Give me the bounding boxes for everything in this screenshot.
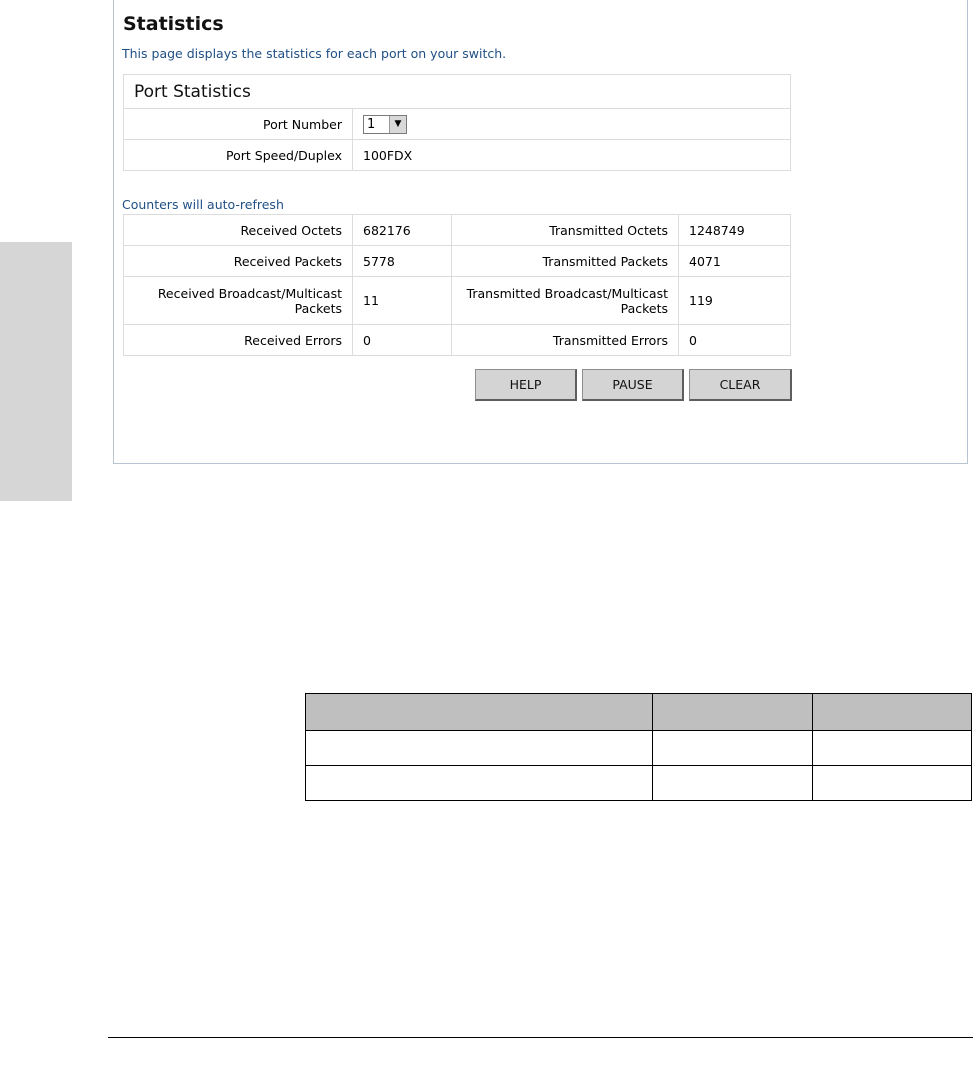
pause-button[interactable]: PAUSE <box>582 369 684 401</box>
received-octets-label: Received Octets <box>123 214 353 246</box>
table-header-row <box>305 693 972 731</box>
footer-divider <box>108 1037 973 1038</box>
received-octets-value: 682176 <box>352 214 452 246</box>
port-number-select[interactable]: 1 ▼ <box>363 114 407 134</box>
received-broadcast-value: 11 <box>352 276 452 325</box>
table-row: Received Octets 682176 Transmitted Octet… <box>123 214 791 246</box>
table-header-cell <box>652 693 813 731</box>
table-header-cell <box>305 693 653 731</box>
transmitted-packets-value: 4071 <box>678 245 791 277</box>
port-number-label: Port Number <box>123 108 353 140</box>
port-number-value: 1 <box>367 116 376 132</box>
document-table <box>305 693 972 801</box>
action-buttons: HELP PAUSE CLEAR <box>475 369 792 401</box>
transmitted-broadcast-value: 119 <box>678 276 791 325</box>
statistics-panel: Statistics This page displays the statis… <box>113 0 968 464</box>
counters-table: Received Octets 682176 Transmitted Octet… <box>123 214 791 356</box>
clear-button[interactable]: CLEAR <box>689 369 792 401</box>
received-packets-value: 5778 <box>352 245 452 277</box>
table-cell <box>305 730 653 766</box>
table-header-cell <box>812 693 972 731</box>
transmitted-broadcast-label: Transmitted Broadcast/Multicast Packets <box>451 276 679 325</box>
received-packets-label: Received Packets <box>123 245 353 277</box>
table-cell <box>652 730 813 766</box>
auto-refresh-note: Counters will auto-refresh <box>122 197 284 212</box>
transmitted-octets-value: 1248749 <box>678 214 791 246</box>
received-errors-value: 0 <box>352 324 452 356</box>
table-row: Received Broadcast/Multicast Packets 11 … <box>123 276 791 325</box>
port-statistics-table: Port Statistics Port Number 1 ▼ Port Spe… <box>123 74 791 171</box>
received-errors-label: Received Errors <box>123 324 353 356</box>
page-title: Statistics <box>123 13 224 35</box>
table-row: Received Errors 0 Transmitted Errors 0 <box>123 324 791 356</box>
table-cell <box>652 765 813 801</box>
port-speed-label: Port Speed/Duplex <box>123 139 353 171</box>
port-number-cell: 1 ▼ <box>352 108 791 140</box>
received-broadcast-label: Received Broadcast/Multicast Packets <box>123 276 353 325</box>
transmitted-errors-label: Transmitted Errors <box>451 324 679 356</box>
help-button[interactable]: HELP <box>475 369 577 401</box>
table-row: Received Packets 5778 Transmitted Packet… <box>123 245 791 277</box>
side-tab-marker <box>0 242 72 501</box>
port-statistics-heading: Port Statistics <box>123 74 791 109</box>
table-row <box>305 765 972 801</box>
transmitted-packets-label: Transmitted Packets <box>451 245 679 277</box>
transmitted-errors-value: 0 <box>678 324 791 356</box>
table-cell <box>812 765 972 801</box>
chevron-down-icon[interactable]: ▼ <box>389 115 406 133</box>
port-speed-value: 100FDX <box>352 139 791 171</box>
table-row <box>305 730 972 766</box>
page-description: This page displays the statistics for ea… <box>122 46 507 61</box>
table-cell <box>812 730 972 766</box>
transmitted-octets-label: Transmitted Octets <box>451 214 679 246</box>
table-cell <box>305 765 653 801</box>
